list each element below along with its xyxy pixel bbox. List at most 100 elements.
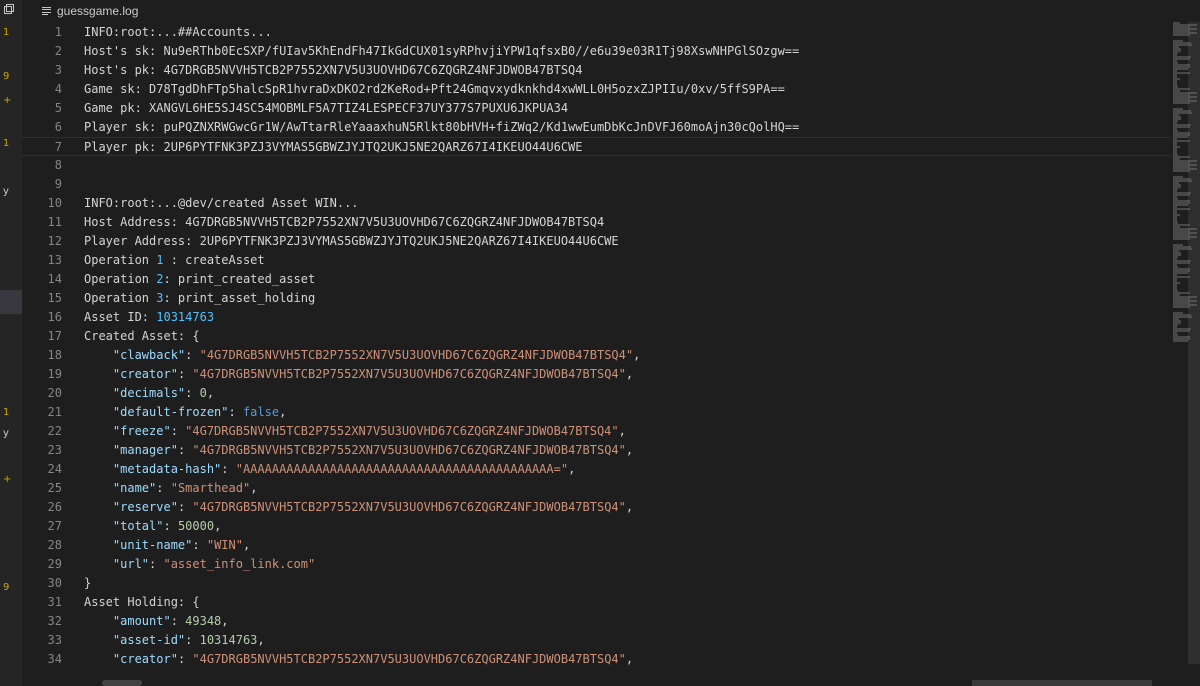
number-value: 10314763	[156, 310, 215, 324]
json-key: "url"	[112, 557, 150, 571]
tab-guessgame-log[interactable]: guessgame.log	[42, 3, 138, 19]
code-line[interactable]: 24 "metadata-hash": "AAAAAAAAAAAAAAAAAAA…	[22, 460, 1170, 479]
code-line[interactable]: 3 Host's pk: 4G7DRGB5NVVH5TCB2P7552XN7V5U…	[22, 61, 1170, 80]
vertical-scrollbar[interactable]	[1188, 22, 1200, 676]
code-line[interactable]: 15 Operation 3: print_asset_holding	[22, 289, 1170, 308]
json-key: "decimals"	[112, 386, 186, 400]
json-key: "manager"	[112, 443, 178, 457]
code-line[interactable]: 5 Game pk: XANGVL6HE5SJ4SC54MOBMLF5A7TIZ4…	[22, 99, 1170, 118]
code-line[interactable]: 23 "manager": "4G7DRGB5NVVH5TCB2P7552XN7…	[22, 441, 1170, 460]
punctuation: ,	[568, 462, 576, 476]
json-key: "default-frozen"	[112, 405, 229, 419]
code-line[interactable]: 2 Host's sk: Nu9eRThb0EcSXP/fUIav5KhEndFh…	[22, 42, 1170, 61]
json-key: "clawback"	[112, 348, 186, 362]
json-key: "amount"	[112, 614, 171, 628]
tab-bar: guessgame.log	[22, 0, 1200, 22]
punctuation: ,	[257, 633, 265, 647]
line-text: Asset Holding: {	[84, 595, 200, 609]
line-number: 29	[47, 557, 62, 571]
code-line[interactable]: 12 Player Address: 2UP6PYTFNK3PZJ3VYMAS5G…	[22, 232, 1170, 251]
code-line[interactable]: 1 INFO:root:...##Accounts...	[22, 23, 1170, 42]
line-text: Player Address: 2UP6PYTFNK3PZJ3VYMAS5GBW…	[84, 234, 619, 248]
line-text: "decimals": 0,	[84, 384, 214, 403]
code-line[interactable]: 10 INFO:root:...@dev/created Asset WIN...	[22, 194, 1170, 213]
gutter-mark: 9	[3, 71, 10, 82]
json-value: "4G7DRGB5NVVH5TCB2P7552XN7V5U3UOVHD67C6Z…	[192, 500, 626, 514]
separator: :	[149, 557, 164, 571]
punctuation: ,	[625, 367, 634, 381]
line-text: }	[84, 576, 92, 590]
code-line[interactable]: 11 Host Address: 4G7DRGB5NVVH5TCB2P7552XN…	[22, 213, 1170, 232]
code-line[interactable]: 22 "freeze": "4G7DRGB5NVVH5TCB2P7552XN7V…	[22, 422, 1170, 441]
line-number: 5	[54, 101, 62, 115]
code-line[interactable]: 17 Created Asset: {	[22, 327, 1170, 346]
code-line[interactable]: 14 Operation 2: print_created_asset	[22, 270, 1170, 289]
scrollbar-thumb[interactable]	[1188, 22, 1200, 664]
text-prefix: Asset ID:	[84, 310, 157, 324]
gutter-mark: +	[3, 95, 12, 106]
punctuation: ,	[625, 443, 634, 457]
code-line[interactable]: 9	[22, 175, 1170, 194]
line-number: 22	[47, 424, 62, 438]
code-line[interactable]: 25 "name": "Smarthead",	[22, 479, 1170, 498]
line-number: 30	[47, 576, 62, 590]
line-text: "creator": "4G7DRGB5NVVH5TCB2P7552XN7V5U…	[84, 365, 633, 384]
line-number: 20	[47, 386, 62, 400]
json-key: "creator"	[112, 367, 178, 381]
code-line[interactable]: 6 Player sk: puPQZNXRWGwcGr1W/AwTtarRleYa…	[22, 118, 1170, 137]
code-line[interactable]: 26 "reserve": "4G7DRGB5NVVH5TCB2P7552XN7…	[22, 498, 1170, 517]
scrollbar-thumb[interactable]	[102, 680, 142, 686]
separator: :	[170, 424, 186, 438]
code-line[interactable]: 21 "default-frozen": false,	[22, 403, 1170, 422]
json-value: "Smarthead"	[170, 481, 251, 495]
code-line[interactable]: 7 Player pk: 2UP6PYTFNK3PZJ3VYMAS5GBWZJYJ…	[22, 137, 1170, 156]
line-number: 24	[47, 462, 62, 476]
copy-icon[interactable]	[4, 4, 14, 14]
code-line[interactable]: 31 Asset Holding: {	[22, 593, 1170, 612]
code-line[interactable]: 19 "creator": "4G7DRGB5NVVH5TCB2P7552XN7…	[22, 365, 1170, 384]
line-text: "url": "asset_info_link.com"	[84, 555, 315, 574]
separator: :	[185, 348, 200, 362]
code-line[interactable]: 20 "decimals": 0,	[22, 384, 1170, 403]
line-number: 8	[54, 158, 62, 172]
code-line[interactable]: 28 "unit-name": "WIN",	[22, 536, 1170, 555]
line-number: 34	[47, 652, 62, 666]
code-line[interactable]: 4 Game sk: D78TgdDhFTp5halcSpR1hvraDxDKO2…	[22, 80, 1170, 99]
line-text: "freeze": "4G7DRGB5NVVH5TCB2P7552XN7V5U3…	[84, 422, 626, 441]
code-line[interactable]: 16 Asset ID: 10314763	[22, 308, 1170, 327]
scrollbar-track-segment	[972, 680, 1152, 686]
code-line[interactable]: 33 "asset-id": 10314763,	[22, 631, 1170, 650]
line-text: INFO:root:...##Accounts...	[84, 25, 272, 39]
separator: :	[170, 614, 186, 628]
line-number: 25	[47, 481, 62, 495]
editor[interactable]: 1 INFO:root:...##Accounts... 2 Host's sk: N…	[22, 22, 1170, 676]
line-text: Game pk: XANGVL6HE5SJ4SC54MOBMLF5A7TIZ4L…	[84, 101, 569, 115]
code-line[interactable]: 13 Operation 1 : createAsset	[22, 251, 1170, 270]
json-value: "AAAAAAAAAAAAAAAAAAAAAAAAAAAAAAAAAAAAAAA…	[235, 462, 569, 476]
json-value: false	[242, 405, 280, 419]
code-line[interactable]: 27 "total": 50000,	[22, 517, 1170, 536]
text-suffix: : print_asset_holding	[163, 291, 316, 305]
json-value: "4G7DRGB5NVVH5TCB2P7552XN7V5U3UOVHD67C6Z…	[199, 348, 634, 362]
code-line[interactable]: 32 "amount": 49348,	[22, 612, 1170, 631]
code-line[interactable]: 18 "clawback": "4G7DRGB5NVVH5TCB2P7552XN…	[22, 346, 1170, 365]
code-line[interactable]: 8	[22, 156, 1170, 175]
code-line[interactable]: 29 "url": "asset_info_link.com"	[22, 555, 1170, 574]
code-line[interactable]: 30}	[22, 574, 1170, 593]
line-number: 6	[54, 120, 62, 134]
line-text: Asset ID: 10314763	[84, 308, 214, 327]
horizontal-scrollbar[interactable]	[22, 676, 1200, 686]
code-line[interactable]: 34 "creator": "4G7DRGB5NVVH5TCB2P7552XN7…	[22, 650, 1170, 669]
line-number: 2	[54, 44, 62, 58]
line-text: "clawback": "4G7DRGB5NVVH5TCB2P7552XN7V5…	[84, 346, 640, 365]
gutter-mark: +	[3, 474, 12, 485]
